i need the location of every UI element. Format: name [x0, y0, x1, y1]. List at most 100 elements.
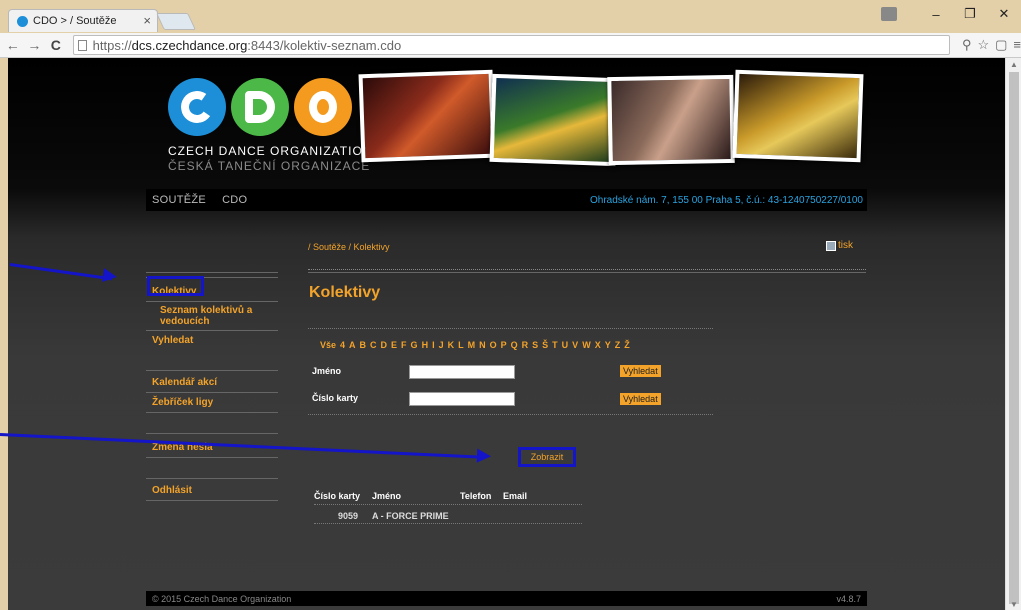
logo-letters [168, 78, 372, 136]
card-number-label: Číslo karty [312, 393, 359, 403]
alphabet-letter[interactable]: L [458, 340, 464, 350]
row-name: A - FORCE PRIME [372, 511, 449, 521]
form-divider [308, 414, 713, 415]
sidebar-divider [146, 433, 278, 434]
search-card-button[interactable]: Vyhledat [620, 393, 661, 405]
alphabet-letter[interactable]: Z [615, 340, 621, 350]
breadcrumb[interactable]: / Soutěže / Kolektivy [308, 242, 390, 252]
organization-address: Ohradské nám. 7, 155 00 Praha 5, č.ú.: 4… [590, 194, 863, 206]
scroll-up-icon[interactable]: ▲ [1010, 60, 1018, 69]
alphabet-letter[interactable]: E [391, 340, 397, 350]
tab-title: CDO > / Soutěže [33, 15, 117, 27]
alphabet-letter[interactable]: F [401, 340, 407, 350]
url-host: dcs.czechdance.org [131, 37, 248, 53]
forward-button[interactable]: → [26, 37, 44, 53]
restore-button[interactable]: ❐ [953, 6, 987, 22]
bookmark-star-icon[interactable]: ☆ [977, 37, 989, 53]
alphabet-letter[interactable]: M [468, 340, 476, 350]
minimize-button[interactable]: – [919, 7, 953, 22]
alphabet-letter[interactable]: N [479, 340, 486, 350]
alphabet-letter[interactable]: Y [605, 340, 611, 350]
alphabet-letter[interactable]: V [572, 340, 578, 350]
url-protocol: https:// [92, 37, 132, 53]
table-divider [314, 523, 582, 524]
alphabet-letter[interactable]: 4 [340, 340, 345, 350]
header-photo-1 [358, 69, 496, 163]
print-link[interactable]: tisk [826, 240, 853, 251]
name-input[interactable] [409, 365, 515, 379]
alphabet-letter[interactable]: Ž [624, 340, 630, 350]
user-profile-icon[interactable] [881, 7, 897, 21]
copyright: © 2015 Czech Dance Organization [152, 593, 292, 604]
col-header-phone: Telefon [460, 491, 492, 501]
alphabet-letter[interactable]: X [595, 340, 601, 350]
vertical-scrollbar[interactable]: ▲ ▼ [1005, 58, 1021, 610]
page-icon [77, 39, 87, 51]
tab-close-icon[interactable]: × [143, 13, 151, 28]
row-card-number: 9059 [338, 511, 359, 521]
sidebar-item-seznam-kolektivu[interactable]: Seznam kolektivů a vedoucích [146, 302, 278, 330]
alphabet-letter[interactable]: Vše [320, 340, 336, 350]
sidebar-item-odhlasit[interactable]: Odhlásit [146, 481, 278, 500]
window-controls: – ❐ ✕ [881, 6, 1021, 22]
footer: © 2015 Czech Dance Organization v4.8.7 [146, 591, 867, 606]
alphabet-letter[interactable]: O [490, 340, 497, 350]
detail-button[interactable]: Zobrazit [518, 447, 576, 467]
sidebar-item-zebricek[interactable]: Žebříček ligy [146, 393, 278, 412]
alphabet-letter[interactable]: S [532, 340, 538, 350]
alphabet-letter[interactable]: Q [511, 340, 518, 350]
col-header-name: Jméno [372, 491, 402, 501]
alphabet-letter[interactable]: T [552, 340, 558, 350]
annotation-arrowhead-2 [476, 448, 492, 464]
print-label: tisk [838, 240, 853, 251]
cdo-favicon-icon [17, 15, 28, 27]
menu-icon[interactable]: ≡ [1013, 37, 1021, 53]
nav-item-cdo[interactable]: CDO [222, 194, 247, 206]
search-name-button[interactable]: Vyhledat [620, 365, 661, 377]
alphabet-letter[interactable]: D [381, 340, 388, 350]
scroll-down-icon[interactable]: ▼ [1010, 600, 1018, 609]
address-bar[interactable]: https://dcs.czechdance.org:8443/kolektiv… [72, 35, 950, 55]
alphabet-letter[interactable]: W [582, 340, 591, 350]
alphabet-letter[interactable]: J [439, 340, 444, 350]
sidebar-divider [146, 272, 278, 273]
sidebar-divider [146, 500, 278, 501]
form-divider [308, 328, 713, 329]
alphabet-letter[interactable]: C [370, 340, 377, 350]
version: v4.8.7 [836, 593, 861, 604]
alphabet-letter[interactable]: R [522, 340, 529, 350]
name-label: Jméno [312, 366, 342, 376]
alphabet-letter[interactable]: I [432, 340, 435, 350]
card-number-input[interactable] [409, 392, 515, 406]
annotation-box-kolektivy [147, 276, 204, 296]
sidebar: Kolektivy Seznam kolektivů a vedoucích V… [146, 272, 278, 501]
scroll-thumb[interactable] [1009, 72, 1019, 604]
toolbar-icons: ⚲ ☆ ▢ ≡ [962, 37, 1021, 53]
back-button[interactable]: ← [4, 37, 22, 53]
alphabet-letter[interactable]: A [349, 340, 356, 350]
key-icon[interactable]: ⚲ [962, 37, 972, 53]
logo-text-english: CZECH DANCE ORGANIZATION [168, 144, 373, 158]
extension-icon[interactable]: ▢ [995, 37, 1007, 53]
alphabet-letter[interactable]: U [562, 340, 569, 350]
alphabet-letter[interactable]: B [360, 340, 367, 350]
close-window-button[interactable]: ✕ [987, 6, 1021, 22]
alphabet-letter[interactable]: P [501, 340, 507, 350]
alphabet-letter[interactable]: Š [542, 340, 548, 350]
col-header-email: Email [503, 491, 528, 501]
reload-button[interactable]: C [47, 37, 65, 53]
new-tab-button[interactable] [156, 13, 196, 30]
alphabet-letter[interactable]: K [448, 340, 455, 350]
alphabet-letter[interactable]: H [422, 340, 429, 350]
col-header-card: Číslo karty [314, 491, 361, 501]
sidebar-item-vyhledat[interactable]: Vyhledat [146, 331, 278, 350]
nav-item-souteze[interactable]: SOUTĚŽE [152, 194, 206, 206]
alphabet-letter[interactable]: G [411, 340, 418, 350]
logo-c-icon [168, 78, 226, 136]
cdo-logo[interactable]: CZECH DANCE ORGANIZATION ČESKÁ TANEČNÍ O… [168, 78, 372, 173]
sidebar-item-kalendar[interactable]: Kalendář akcí [146, 373, 278, 392]
table-divider [314, 504, 582, 505]
browser-tab[interactable]: CDO > / Soutěže × [8, 9, 158, 32]
